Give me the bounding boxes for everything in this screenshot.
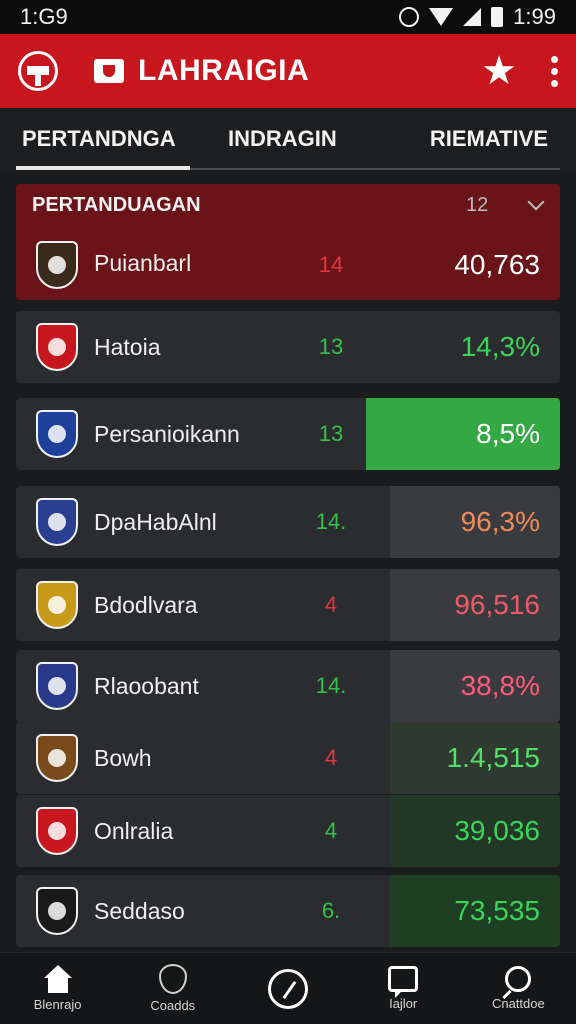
status-bar: 1:G9 1:99: [0, 0, 576, 34]
tab-riemative[interactable]: RIEMATIVE: [430, 108, 548, 170]
team-rank: 4: [324, 818, 338, 843]
team-value: 8,5%: [366, 398, 560, 470]
team-rank: 6.: [321, 898, 341, 923]
tab-bar: PERTANDNGA INDRAGIN RIEMATIVE: [0, 108, 576, 170]
team-crest-icon: [36, 241, 78, 289]
status-clock: 1:99: [513, 4, 556, 29]
more-vertical-icon[interactable]: [551, 55, 558, 87]
list-item[interactable]: Bowh 4 1.4,515: [16, 722, 560, 794]
team-value: 39,036: [390, 795, 560, 867]
app-bar: LAHRAIGIA ★: [0, 34, 576, 108]
shield-icon: [158, 964, 187, 994]
active-tab-indicator: [16, 166, 190, 170]
chat-icon: [388, 966, 419, 998]
alarm-icon: [399, 7, 420, 27]
team-value: 73,535: [390, 875, 560, 947]
team-name: Puianbarl: [94, 250, 192, 276]
team-name: DpaHabAlnl: [94, 508, 217, 535]
list-item[interactable]: Persanioikann 13 8,5%: [16, 398, 560, 470]
app-actions: ★: [481, 51, 558, 91]
team-name: Persanioikann: [94, 420, 240, 447]
team-rank: 4: [324, 592, 338, 617]
list-group-header[interactable]: PERTANDUAGAN 12 Puianbarl 14 40,763: [16, 184, 560, 300]
nav-item-coadds[interactable]: Coadds: [118, 964, 228, 1013]
app-logo-icon[interactable]: [18, 51, 58, 91]
status-icons: 1:99: [399, 4, 556, 30]
list-item[interactable]: DpaHabAlnl 14. 96,3%: [16, 486, 560, 558]
team-value: 1.4,515: [390, 722, 560, 794]
nav-item-search[interactable]: Cnattdoe: [463, 966, 573, 1011]
brand-mark-icon: [94, 59, 124, 83]
list-item[interactable]: Onlralia 4 39,036: [16, 795, 560, 867]
team-name: Bowh: [94, 744, 152, 771]
tab-pertandnga[interactable]: PERTANDNGA: [22, 108, 176, 170]
app-title: LAHRAIGIA: [138, 54, 310, 87]
team-rank: 14.: [315, 509, 347, 534]
team-crest-icon: [36, 887, 78, 935]
team-name: Bdodlvara: [94, 591, 198, 618]
status-time: 1:G9: [20, 4, 68, 29]
compass-icon: [267, 968, 308, 1009]
list-item[interactable]: Puianbarl 14 40,763: [16, 230, 560, 300]
team-crest-icon: [36, 581, 78, 629]
team-crest-icon: [36, 410, 78, 458]
team-crest-icon: [36, 807, 78, 855]
group-title: PERTANDUAGAN: [32, 194, 201, 216]
team-crest-icon: [36, 734, 78, 782]
team-crest-icon: [36, 662, 78, 710]
chevron-down-icon[interactable]: [527, 193, 545, 211]
team-value: 96,3%: [390, 486, 560, 558]
nav-label: Iajlor: [389, 996, 418, 1011]
nav-item-messages[interactable]: Iajlor: [348, 966, 458, 1011]
battery-icon: [491, 7, 504, 27]
signal-icon: [463, 8, 482, 26]
team-value: 14,3%: [460, 331, 540, 362]
search-icon: [505, 966, 532, 992]
list-item[interactable]: Seddaso 6. 73,535: [16, 875, 560, 947]
nav-label: Coadds: [150, 998, 196, 1013]
team-rank: 14: [318, 252, 344, 277]
nav-label: Blenrajo: [33, 997, 82, 1012]
team-rank: 14.: [315, 673, 347, 698]
tab-divider: [190, 168, 560, 170]
home-icon: [41, 965, 75, 993]
team-name: Seddaso: [94, 897, 185, 924]
group-count: 12: [466, 194, 489, 216]
star-icon[interactable]: ★: [481, 51, 517, 91]
team-value: 40,763: [454, 249, 540, 280]
team-crest-icon: [36, 323, 78, 371]
team-name: Hatoia: [94, 333, 161, 360]
brand: LAHRAIGIA: [94, 54, 309, 88]
wifi-icon: [429, 8, 454, 26]
team-name: Rlaoobant: [94, 672, 199, 699]
list-item[interactable]: Hatoia 13 14,3%: [16, 311, 560, 383]
nav-item-explore[interactable]: [233, 968, 343, 1009]
nav-label: Cnattdoe: [491, 996, 545, 1011]
bottom-nav: Blenrajo Coadds Iajlor Cnattdoe: [0, 952, 576, 1024]
list-item[interactable]: Bdodlvara 4 96,516: [16, 569, 560, 641]
nav-item-home[interactable]: Blenrajo: [3, 965, 113, 1012]
team-value: 96,516: [390, 569, 560, 641]
team-value: 38,8%: [390, 650, 560, 722]
team-name: Onlralia: [94, 817, 174, 844]
team-crest-icon: [36, 498, 78, 546]
team-rank: 13: [318, 334, 344, 359]
tab-indragin[interactable]: INDRAGIN: [228, 108, 337, 170]
team-rank: 4: [324, 745, 338, 770]
team-rank: 13: [318, 421, 344, 446]
list-item[interactable]: Rlaoobant 14. 38,8%: [16, 650, 560, 722]
